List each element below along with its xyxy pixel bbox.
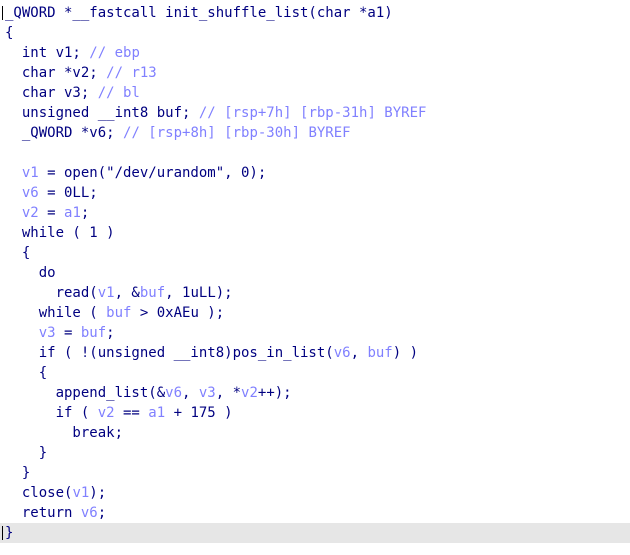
comment-token: // bl [97, 85, 140, 101]
code-token: ) ) [392, 345, 419, 361]
variable-token: v1 [72, 485, 90, 501]
code-line[interactable] [0, 143, 630, 163]
code-token: ; [97, 505, 107, 521]
code-line[interactable]: char v3; // bl [0, 83, 630, 103]
code-token: char v3; [5, 85, 98, 101]
code-token: char *v2; [5, 65, 107, 81]
code-token: + 175 ) [165, 405, 233, 421]
code-line[interactable]: v6 = 0LL; [0, 183, 630, 203]
code-line[interactable]: } [0, 523, 630, 543]
code-token: while ( 1 ) [5, 225, 115, 241]
code-line[interactable]: break; [0, 423, 630, 443]
comment-token: // [rsp+8h] [rbp-30h] BYREF [123, 125, 351, 141]
code-token: == [114, 405, 149, 421]
code-line[interactable]: unsigned __int8 buf; // [rsp+7h] [rbp-31… [0, 103, 630, 123]
code-token: ++); [257, 385, 292, 401]
code-token: close( [5, 485, 73, 501]
variable-token: v1 [21, 165, 39, 181]
comment-token: // [rsp+7h] [rbp-31h] BYREF [198, 105, 427, 121]
code-line[interactable]: _QWORD *v6; // [rsp+8h] [rbp-30h] BYREF [0, 123, 630, 143]
code-token: break; [5, 425, 124, 441]
code-token: { [5, 245, 31, 261]
code-line[interactable]: close(v1); [0, 483, 630, 503]
variable-token: v3 [38, 325, 56, 341]
code-line[interactable]: append_list(&v6, v3, *v2++); [0, 383, 630, 403]
code-token: ; [80, 205, 90, 221]
variable-token: a1 [64, 205, 81, 221]
code-token: = 0LL; [38, 185, 98, 201]
variable-token: v6 [80, 505, 98, 521]
code-token: , [350, 345, 368, 361]
code-token: if ( !(unsigned __int8)pos_in_list( [5, 345, 334, 361]
code-token: , 1uLL); [165, 285, 233, 301]
code-token: > 0xAEu ); [131, 305, 225, 321]
code-token: ; [106, 325, 115, 341]
code-token: unsigned __int8 buf; [5, 105, 199, 121]
comment-token: // r13 [106, 65, 157, 81]
brace-token: } [5, 525, 14, 541]
text-cursor [2, 6, 3, 20]
code-line[interactable]: while ( buf > 0xAEu ); [0, 303, 630, 323]
code-token: if ( [5, 405, 98, 421]
comment-token: // ebp [89, 45, 140, 61]
variable-token: v2 [97, 405, 115, 421]
variable-token: v3 [198, 385, 216, 401]
code-line[interactable]: if ( !(unsigned __int8)pos_in_list(v6, b… [0, 343, 630, 363]
code-line[interactable]: } [0, 463, 630, 483]
text-cursor [2, 526, 3, 540]
code-line[interactable]: while ( 1 ) [0, 223, 630, 243]
code-token: , & [114, 285, 140, 301]
code-token: } [5, 445, 48, 461]
variable-token: v2 [241, 385, 258, 401]
code-line[interactable]: v2 = a1; [0, 203, 630, 223]
brace-token: { [5, 25, 14, 41]
code-line[interactable]: { [0, 23, 630, 43]
code-token: ); [89, 485, 107, 501]
variable-token: v1 [97, 285, 115, 301]
variable-token: buf [80, 325, 107, 341]
code-line[interactable]: read(v1, &buf, 1uLL); [0, 283, 630, 303]
variable-token: buf [367, 345, 393, 361]
code-token: = [38, 205, 65, 221]
code-token: do [5, 265, 56, 281]
code-token: _QWORD *__fastcall init_shuffle_list(cha… [5, 5, 393, 21]
code-line[interactable]: v3 = buf; [0, 323, 630, 343]
code-line[interactable]: } [0, 443, 630, 463]
code-token: = [55, 325, 81, 341]
code-line[interactable]: int v1; // ebp [0, 43, 630, 63]
code-line[interactable]: v1 = open("/dev/urandom", 0); [0, 163, 630, 183]
variable-token: buf [139, 285, 166, 301]
code-line[interactable]: if ( v2 == a1 + 175 ) [0, 403, 630, 423]
code-token: append_list(& [5, 385, 166, 401]
variable-token: v6 [165, 385, 183, 401]
code-token: = open("/dev/urandom", 0); [38, 165, 267, 181]
code-token: read( [5, 285, 98, 301]
variable-token: v6 [21, 185, 39, 201]
code-line[interactable]: return v6; [0, 503, 630, 523]
code-line[interactable]: do [0, 263, 630, 283]
code-line[interactable]: { [0, 363, 630, 383]
code-token: { [5, 365, 48, 381]
code-token: while ( [5, 305, 107, 321]
variable-token: a1 [148, 405, 166, 421]
code-token: _QWORD *v6; [5, 125, 124, 141]
code-token: int v1; [5, 45, 90, 61]
code-token: return [5, 505, 81, 521]
code-line[interactable]: { [0, 243, 630, 263]
code-token: , [182, 385, 199, 401]
code-line[interactable]: _QWORD *__fastcall init_shuffle_list(cha… [0, 3, 630, 23]
pseudocode-view[interactable]: _QWORD *__fastcall init_shuffle_list(cha… [0, 0, 630, 555]
variable-token: v6 [333, 345, 351, 361]
code-line[interactable]: char *v2; // r13 [0, 63, 630, 83]
code-token: } [5, 465, 31, 481]
variable-token: buf [106, 305, 132, 321]
variable-token: v2 [21, 205, 39, 221]
code-token: , * [215, 385, 242, 401]
